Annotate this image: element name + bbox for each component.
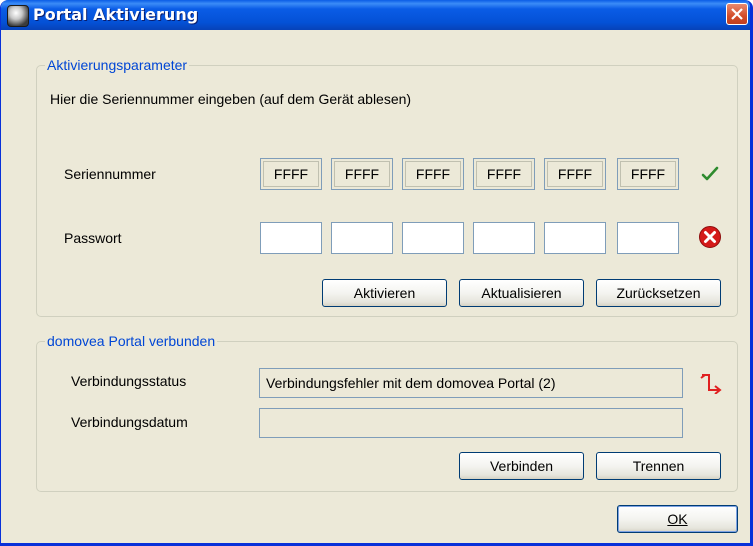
serial-segment-3: FFFF	[402, 158, 464, 190]
password-segment-1[interactable]	[260, 222, 322, 254]
ok-label: OK	[667, 511, 688, 527]
password-label: Passwort	[64, 230, 122, 246]
title-bar[interactable]: Portal Aktivierung	[1, 0, 750, 30]
password-segment-5[interactable]	[544, 222, 606, 254]
password-segment-2[interactable]	[331, 222, 393, 254]
serial-segment-1: FFFF	[260, 158, 322, 190]
activation-legend: Aktivierungsparameter	[47, 57, 188, 73]
password-segment-6[interactable]	[617, 222, 679, 254]
close-button[interactable]	[726, 3, 748, 25]
disconnect-button[interactable]: Trennen	[596, 452, 721, 480]
activate-button[interactable]: Aktivieren	[322, 279, 447, 307]
connect-button[interactable]: Verbinden	[459, 452, 584, 480]
app-icon	[7, 5, 29, 27]
date-label: Verbindungsdatum	[71, 414, 188, 430]
serial-segment-6: FFFF	[617, 158, 679, 190]
disconnected-icon	[700, 374, 722, 394]
error-icon	[699, 226, 721, 248]
password-segment-3[interactable]	[402, 222, 464, 254]
check-icon	[701, 166, 719, 181]
status-label: Verbindungsstatus	[71, 373, 187, 389]
password-segment-4[interactable]	[473, 222, 535, 254]
serial-segment-5: FFFF	[544, 158, 606, 190]
reset-button[interactable]: Zurücksetzen	[596, 279, 721, 307]
refresh-button[interactable]: Aktualisieren	[459, 279, 584, 307]
ok-button[interactable]: OK	[617, 505, 738, 533]
serial-segment-2: FFFF	[331, 158, 393, 190]
dialog-window: Portal Aktivierung Aktivierungsparameter…	[0, 0, 753, 546]
status-field: Verbindungsfehler mit dem domovea Portal…	[259, 368, 683, 398]
serial-label: Seriennummer	[64, 166, 156, 182]
date-field	[259, 408, 683, 438]
instruction-text: Hier die Seriennummer eingeben (auf dem …	[50, 91, 412, 107]
portal-legend: domovea Portal verbunden	[47, 333, 216, 349]
window-title: Portal Aktivierung	[33, 5, 199, 24]
close-icon	[731, 8, 743, 20]
serial-segment-4: FFFF	[473, 158, 535, 190]
